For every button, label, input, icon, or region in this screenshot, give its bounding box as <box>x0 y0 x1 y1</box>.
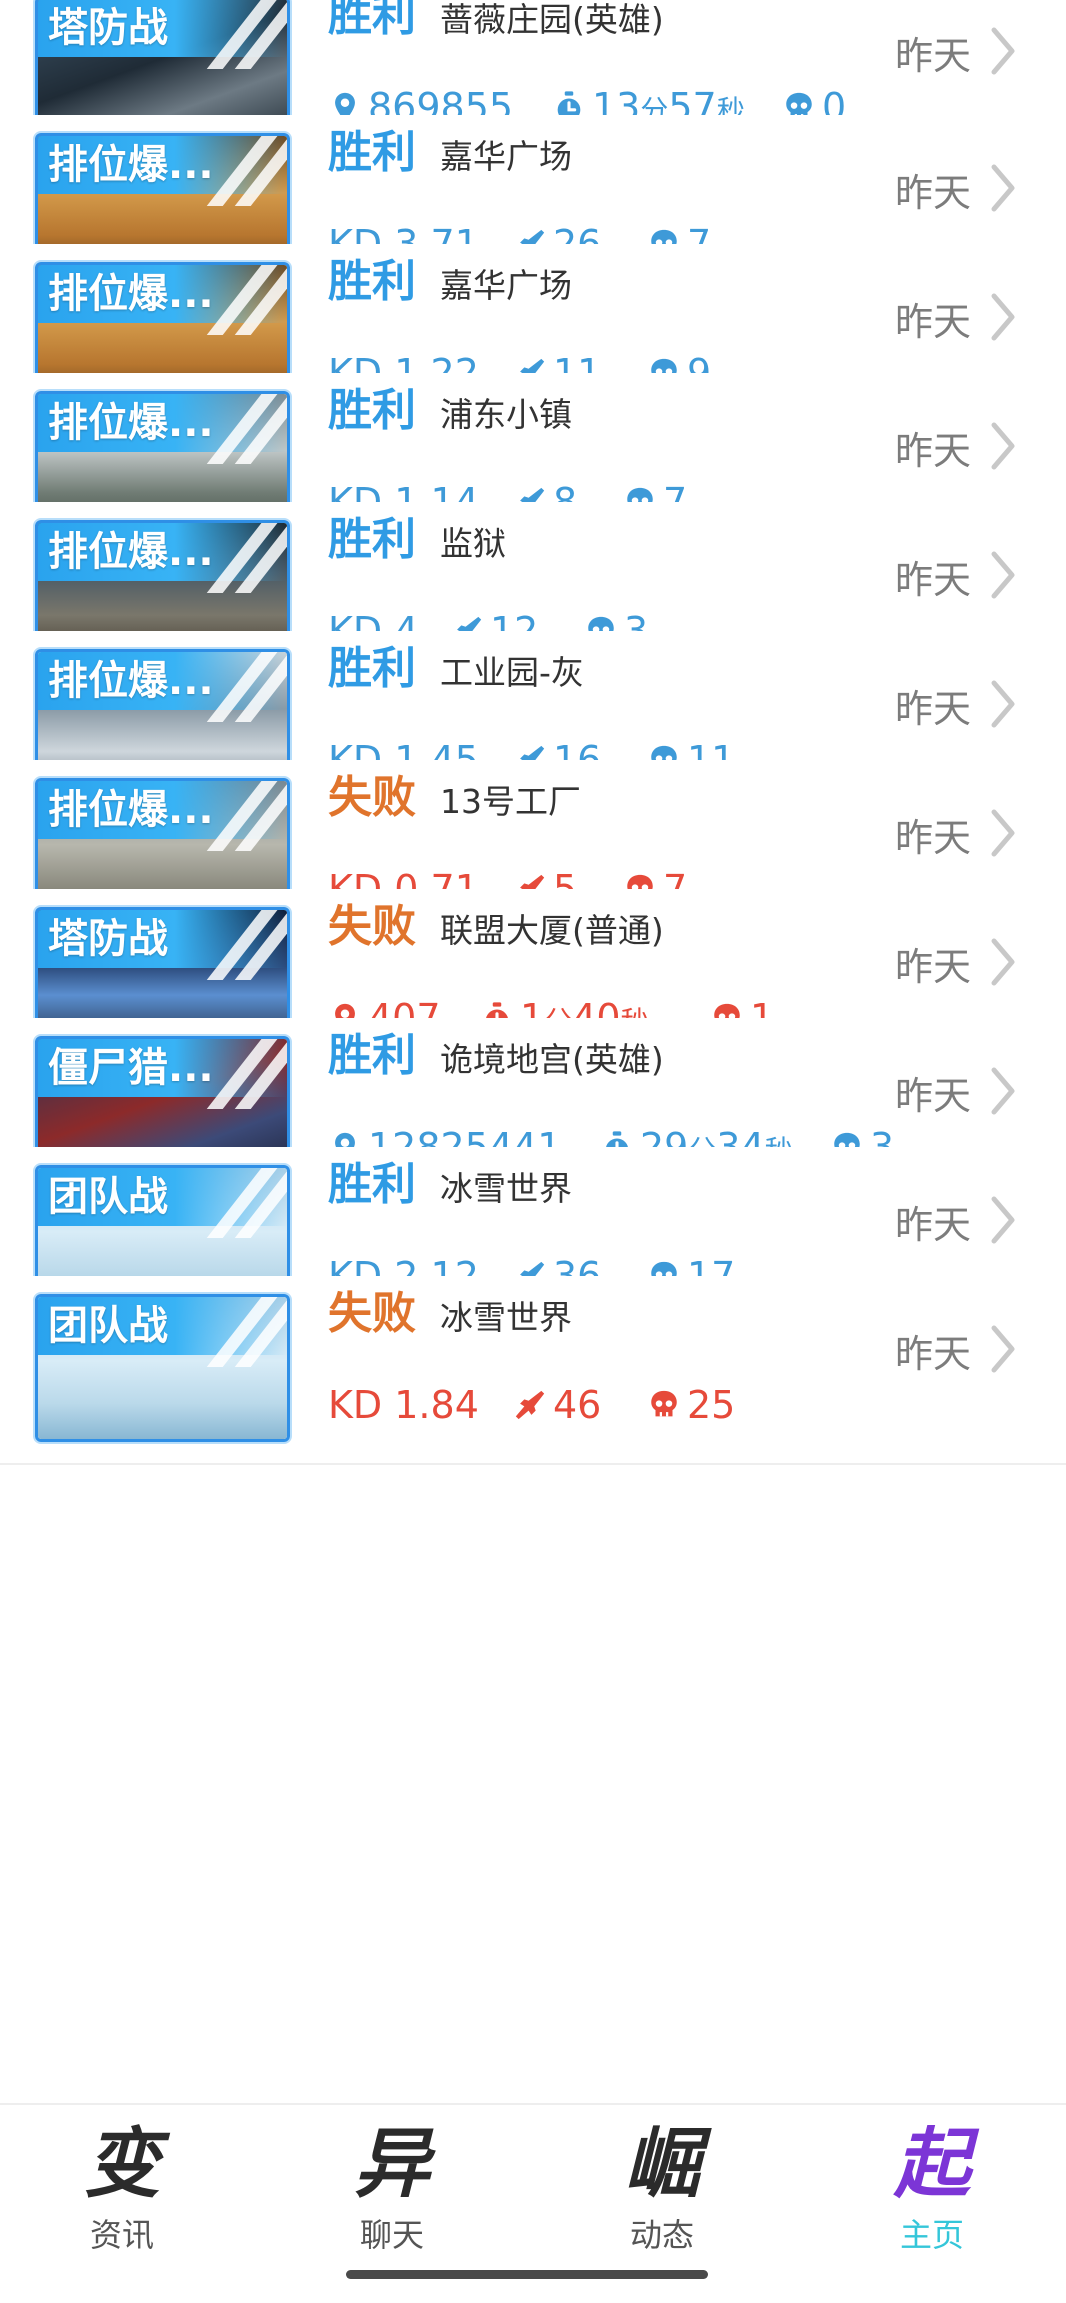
nav-tab-label: 动态 <box>629 2216 694 2254</box>
game-mode-label: 僵尸猎... <box>48 1045 214 1091</box>
match-result: 胜利 <box>328 1159 416 1210</box>
match-result: 胜利 <box>328 0 416 41</box>
deaths-value: 25 <box>687 1383 736 1427</box>
map-name: 联盟大厦(普通) <box>440 911 664 950</box>
match-date: 昨天 <box>895 816 972 860</box>
map-name: 蔷薇庄园(英雄) <box>440 0 664 39</box>
nav-tab-0[interactable]: 变 资讯 <box>32 2119 212 2269</box>
home-indicator <box>346 2270 708 2279</box>
nav-tab-icon: 起 <box>894 2119 970 2208</box>
game-mode-label: 塔防战 <box>48 916 168 962</box>
match-result: 胜利 <box>328 514 416 565</box>
kills-value: 46 <box>553 1383 602 1427</box>
match-date: 昨天 <box>895 1203 972 1247</box>
chevron-right-icon <box>991 293 1015 341</box>
match-result: 胜利 <box>328 256 416 307</box>
game-mode-label: 排位爆... <box>48 787 214 833</box>
match-result: 胜利 <box>328 1030 416 1081</box>
match-result: 失败 <box>328 1288 416 1339</box>
chevron-right-icon <box>991 680 1015 728</box>
chevron-right-icon <box>991 938 1015 986</box>
map-name: 诡境地宫(英雄) <box>440 1040 664 1079</box>
match-date: 昨天 <box>895 300 972 344</box>
game-mode-label: 排位爆... <box>48 529 214 575</box>
map-name: 浦东小镇 <box>440 395 572 434</box>
nav-tab-icon: 崛 <box>624 2119 700 2208</box>
kd-stat: KD 1.84 <box>328 1383 479 1427</box>
nav-tab-label: 主页 <box>899 2216 964 2254</box>
map-name: 监狱 <box>440 524 506 563</box>
match-date: 昨天 <box>895 687 972 731</box>
match-result: 胜利 <box>328 643 416 694</box>
kill-gun-icon <box>515 1390 545 1420</box>
nav-tab-2[interactable]: 崛 动态 <box>572 2119 752 2269</box>
chevron-right-icon <box>991 1067 1015 1115</box>
map-name: 冰雪世界 <box>440 1298 572 1337</box>
nav-tab-3[interactable]: 起 主页 <box>842 2119 1022 2269</box>
map-name: 嘉华广场 <box>440 266 572 305</box>
death-skull-icon <box>651 1390 677 1417</box>
game-mode-label: 排位爆... <box>48 658 214 704</box>
map-name: 13号工厂 <box>440 782 581 821</box>
game-mode-label: 团队战 <box>48 1174 168 1220</box>
match-date: 昨天 <box>895 34 972 78</box>
chevron-right-icon <box>991 422 1015 470</box>
nav-tab-1[interactable]: 异 聊天 <box>302 2119 482 2269</box>
nav-tab-icon: 异 <box>354 2119 430 2208</box>
chevron-right-icon <box>991 1196 1015 1244</box>
match-result: 胜利 <box>328 127 416 178</box>
map-name: 工业园-灰 <box>440 653 584 692</box>
match-map-thumbnail: 团队战 <box>35 1294 290 1442</box>
chevron-right-icon <box>991 551 1015 599</box>
match-stats: KD 1.84 46 25 <box>328 1380 888 1430</box>
game-mode-label: 排位爆... <box>48 142 214 188</box>
nav-tab-label: 聊天 <box>359 2216 424 2254</box>
deaths-stat: 25 <box>647 1380 735 1430</box>
match-date: 昨天 <box>895 171 972 215</box>
game-mode-label: 排位爆... <box>48 271 214 317</box>
map-name: 嘉华广场 <box>440 137 572 176</box>
nav-tab-icon: 变 <box>84 2119 160 2208</box>
chevron-right-icon <box>991 164 1015 212</box>
match-row[interactable]: 团队战 失败 冰雪世界 KD 1.84 46 25 昨天 <box>0 1276 1066 1465</box>
nav-tab-label: 资讯 <box>89 2216 154 2254</box>
match-date: 昨天 <box>895 558 972 602</box>
match-date: 昨天 <box>895 1074 972 1118</box>
chevron-right-icon <box>991 1325 1015 1373</box>
match-date: 昨天 <box>895 945 972 989</box>
match-result: 失败 <box>328 772 416 823</box>
game-mode-label: 团队战 <box>48 1303 168 1349</box>
chevron-right-icon <box>991 809 1015 857</box>
game-mode-label: 塔防战 <box>48 5 168 51</box>
match-result: 胜利 <box>328 385 416 436</box>
match-result: 失败 <box>328 901 416 952</box>
match-date: 昨天 <box>895 1332 972 1376</box>
game-mode-label: 排位爆... <box>48 400 214 446</box>
chevron-right-icon <box>991 27 1015 75</box>
kills-stat: 46 <box>513 1380 601 1430</box>
match-date: 昨天 <box>895 429 972 473</box>
map-name: 冰雪世界 <box>440 1169 572 1208</box>
